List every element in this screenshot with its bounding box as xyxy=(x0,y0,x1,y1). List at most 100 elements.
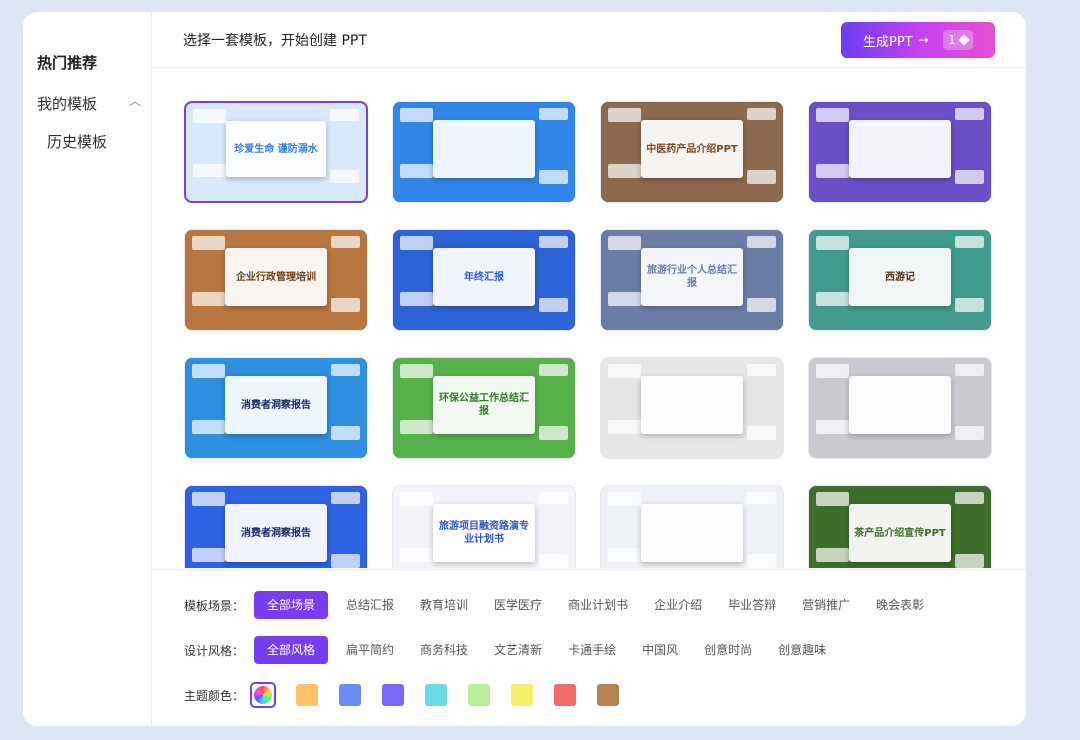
scene-chip[interactable]: 商业计划书 xyxy=(560,591,636,619)
template-card[interactable]: 中医药产品介绍PPT xyxy=(600,101,784,203)
template-preview: 西游记 xyxy=(849,248,951,306)
credit-count: 1 xyxy=(948,33,956,47)
template-thumbnail-tile xyxy=(746,492,776,504)
template-thumbnail-tile xyxy=(746,426,776,440)
scene-chip[interactable]: 毕业答辩 xyxy=(720,591,784,619)
color-swatch[interactable] xyxy=(511,684,533,706)
template-thumbnail-tile xyxy=(608,492,642,506)
template-thumbnail-tile xyxy=(400,492,434,506)
template-thumbnail-tile xyxy=(954,170,984,184)
template-card[interactable]: 旅游行业个人总结汇报 xyxy=(600,229,784,331)
sidebar-item-mine[interactable]: 我的模板 ︿ xyxy=(37,93,147,114)
template-thumbnail-tile xyxy=(954,236,984,248)
style-chip[interactable]: 创意趣味 xyxy=(770,636,834,664)
template-thumbnail-tile xyxy=(192,236,226,250)
template-thumbnail-tile xyxy=(538,298,568,312)
template-thumbnail-tile xyxy=(954,554,984,568)
template-thumbnail-tile xyxy=(538,426,568,440)
template-card[interactable]: 环保公益工作总结汇报 xyxy=(392,357,576,459)
template-thumbnail-tile xyxy=(746,236,776,248)
scene-chip[interactable]: 教育培训 xyxy=(412,591,476,619)
template-card[interactable]: 珍爱生命 谨防溺水 xyxy=(184,101,368,203)
template-thumbnail-tile xyxy=(816,108,850,122)
template-card[interactable]: 消费者洞察报告 xyxy=(184,485,368,568)
style-filter-label: 设计风格： xyxy=(184,643,245,658)
template-preview: 珍爱生命 谨防溺水 xyxy=(225,120,327,178)
color-swatch[interactable] xyxy=(597,684,619,706)
template-thumbnail-tile xyxy=(400,108,434,122)
template-card[interactable]: 企业行政管理培训 xyxy=(184,229,368,331)
template-grid: 珍爱生命 谨防溺水 中医药产品介绍PPT 企业行政管理培训 年终汇报 旅游行业个人总结汇… xyxy=(152,68,1026,568)
chevron-up-icon[interactable]: ︿ xyxy=(129,92,141,109)
template-thumbnail-tile xyxy=(192,548,226,562)
color-swatch[interactable] xyxy=(425,684,447,706)
header: 选择一套模板，开始创建 PPT 生成PPT → 1 xyxy=(152,12,1026,68)
template-thumbnail-tile xyxy=(400,364,434,378)
diamond-icon xyxy=(958,34,970,46)
template-thumbnail-tile xyxy=(608,548,642,562)
style-filter-row: 设计风格： 全部风格 扁平简约 商务科技 文艺清新 卡通手绘 中国风 创意时尚 创意趣味 xyxy=(184,636,844,664)
template-thumbnail-tile xyxy=(330,364,360,376)
template-thumbnail-tile xyxy=(746,554,776,568)
template-card[interactable]: 消费者洞察报告 xyxy=(184,357,368,459)
generate-ppt-button[interactable]: 生成PPT → 1 xyxy=(841,22,995,58)
style-chip[interactable]: 中国风 xyxy=(634,636,686,664)
template-thumbnail-tile xyxy=(608,292,642,306)
scene-chip[interactable]: 医学医疗 xyxy=(486,591,550,619)
template-thumbnail-tile xyxy=(330,298,360,312)
template-thumbnail-tile xyxy=(330,492,360,504)
template-thumbnail-tile xyxy=(816,492,850,506)
template-preview xyxy=(433,120,535,178)
template-card[interactable]: 年终汇报 xyxy=(392,229,576,331)
template-thumbnail-tile xyxy=(538,364,568,376)
template-thumbnail-tile xyxy=(330,554,360,568)
template-thumbnail-tile xyxy=(193,163,226,178)
template-thumbnail-tile xyxy=(608,164,642,178)
scene-filter-label: 模板场景： xyxy=(184,598,245,613)
color-wheel-icon xyxy=(254,686,272,704)
scene-chip[interactable]: 营销推广 xyxy=(794,591,858,619)
template-card[interactable]: 西游记 xyxy=(808,229,992,331)
style-chip[interactable]: 卡通手绘 xyxy=(560,636,624,664)
template-card[interactable] xyxy=(808,101,992,203)
color-swatch[interactable] xyxy=(468,684,490,706)
template-card[interactable] xyxy=(600,485,784,568)
template-thumbnail-tile xyxy=(954,426,984,440)
sidebar-item-hot[interactable]: 热门推荐 xyxy=(37,52,97,73)
sidebar-item-history[interactable]: 历史模板 xyxy=(47,131,107,152)
scene-chip[interactable]: 全部场景 xyxy=(254,591,329,619)
style-chip[interactable]: 文艺清新 xyxy=(486,636,550,664)
color-swatch[interactable] xyxy=(339,684,361,706)
template-thumbnail-tile xyxy=(816,292,850,306)
generate-ppt-label: 生成PPT xyxy=(863,34,913,50)
template-thumbnail-tile xyxy=(954,364,984,376)
template-card[interactable] xyxy=(808,357,992,459)
color-filter-row: 主题颜色： xyxy=(184,681,640,709)
scene-chip[interactable]: 晚会表彰 xyxy=(868,591,932,619)
template-thumbnail-tile xyxy=(746,364,776,376)
page-title: 选择一套模板，开始创建 PPT xyxy=(183,33,367,49)
template-card[interactable] xyxy=(392,101,576,203)
scene-chip[interactable]: 总结汇报 xyxy=(338,591,402,619)
template-thumbnail-tile xyxy=(816,548,850,562)
color-swatch[interactable] xyxy=(382,684,404,706)
color-swatch[interactable] xyxy=(296,684,318,706)
template-card[interactable] xyxy=(600,357,784,459)
arrow-right-icon: → xyxy=(918,33,929,47)
template-card[interactable]: 旅游项目融资路演专业计划书 xyxy=(392,485,576,568)
template-thumbnail-tile xyxy=(192,420,226,434)
sidebar-item-mine-label: 我的模板 xyxy=(37,95,98,113)
template-thumbnail-tile xyxy=(192,492,226,506)
template-thumbnail-tile xyxy=(954,108,984,120)
style-chip[interactable]: 扁平简约 xyxy=(338,636,402,664)
color-swatch[interactable] xyxy=(554,684,576,706)
style-chip[interactable]: 商务科技 xyxy=(412,636,476,664)
template-thumbnail-tile xyxy=(608,108,642,122)
template-thumbnail-tile xyxy=(538,236,568,248)
template-card[interactable]: 茶产品介绍宣传PPT xyxy=(808,485,992,568)
template-preview: 消费者洞察报告 xyxy=(225,504,327,562)
style-chip[interactable]: 全部风格 xyxy=(254,636,329,664)
scene-chip[interactable]: 企业介绍 xyxy=(646,591,710,619)
style-chip[interactable]: 创意时尚 xyxy=(696,636,760,664)
all-colors-swatch[interactable] xyxy=(250,682,276,708)
